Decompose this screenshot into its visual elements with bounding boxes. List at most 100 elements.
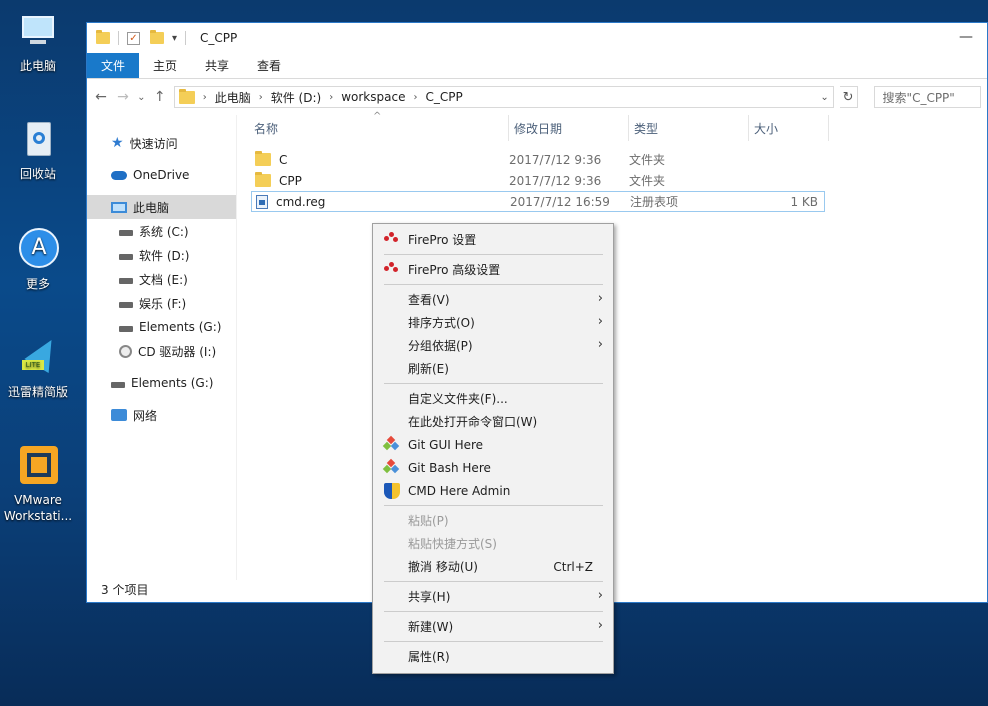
menu-separator — [384, 641, 603, 642]
refresh-icon[interactable]: ↻ — [839, 86, 858, 108]
menu-item-paste: 粘贴(P) — [373, 509, 613, 532]
column-header: 名称 修改日期 类型 大小 — [237, 115, 837, 141]
nav-item-quick-access[interactable]: ★ 快速访问 — [87, 131, 236, 155]
breadcrumb-c-cpp[interactable]: C_CPP — [425, 90, 462, 104]
tab-view[interactable]: 查看 — [243, 53, 295, 78]
file-row[interactable]: C 2017/7/12 9:36 文件夹 — [251, 149, 825, 170]
menu-item-open-cmd[interactable]: 在此处打开命令窗口(W) — [373, 410, 613, 433]
drive-icon — [111, 382, 125, 388]
recent-dropdown-icon[interactable]: ⌄ — [137, 92, 146, 103]
nav-item-label: 快速访问 — [129, 136, 178, 151]
chevron-right-icon[interactable]: › — [329, 92, 333, 103]
git-icon — [382, 458, 400, 476]
nav-item-label: Elements (G:) — [139, 320, 222, 334]
network-icon — [111, 409, 127, 421]
new-folder-icon[interactable] — [150, 30, 164, 44]
chevron-right-icon[interactable]: › — [413, 92, 417, 103]
nav-item-label: CD 驱动器 (I:) — [138, 344, 217, 359]
file-type: 文件夹 — [629, 174, 666, 188]
desktop-icon-label: 迅雷精简版 — [7, 385, 68, 399]
menu-item-undo-move[interactable]: 撤消 移动(U) Ctrl+Z — [373, 555, 613, 578]
properties-check-icon[interactable]: ✓ — [127, 31, 140, 45]
context-menu: FirePro 设置 FirePro 高级设置 查看(V) › 排序方式(O) … — [372, 223, 614, 674]
menu-item-sort-by[interactable]: 排序方式(O) › — [373, 311, 613, 334]
menu-item-label: 共享(H) — [408, 590, 451, 604]
star-icon: ★ — [111, 135, 124, 151]
menu-item-properties[interactable]: 属性(R) — [373, 645, 613, 668]
desktop-icon-more[interactable]: A 更多 — [0, 228, 76, 292]
menu-item-git-bash[interactable]: Git Bash Here — [373, 456, 613, 479]
navigation-pane: ★ 快速访问 OneDrive 此电脑 系统 (C:) 软件 (D:) 文档 (… — [87, 115, 237, 580]
desktop-icon-label: VMware — [14, 493, 62, 507]
menu-item-new[interactable]: 新建(W) › — [373, 615, 613, 638]
menu-item-firepro-advanced[interactable]: FirePro 高级设置 — [373, 258, 613, 281]
breadcrumb-this-pc[interactable]: 此电脑 — [215, 89, 251, 106]
nav-item-this-pc[interactable]: 此电脑 — [87, 195, 236, 219]
menu-item-label: CMD Here Admin — [408, 483, 511, 498]
menu-item-view[interactable]: 查看(V) › — [373, 288, 613, 311]
menu-item-share[interactable]: 共享(H) › — [373, 585, 613, 608]
nav-item-drive-e[interactable]: 文档 (E:) — [87, 267, 236, 291]
registry-file-icon — [256, 194, 268, 209]
drive-icon — [119, 254, 133, 260]
minimize-icon[interactable]: — — [959, 29, 973, 45]
breadcrumb-drive-d[interactable]: 软件 (D:) — [271, 89, 321, 106]
tab-share[interactable]: 共享 — [191, 53, 243, 78]
menu-item-firepro-settings[interactable]: FirePro 设置 — [373, 228, 613, 251]
nav-item-drive-i[interactable]: CD 驱动器 (I:) — [87, 339, 236, 363]
customize-toolbar-icon[interactable]: ▾ — [172, 33, 177, 44]
chevron-right-icon[interactable]: › — [259, 92, 263, 103]
column-type[interactable]: 类型 — [629, 115, 749, 141]
menu-item-label: 分组依据(P) — [408, 339, 473, 353]
desktop-icon-recycle-bin[interactable]: 回收站 — [0, 118, 76, 182]
search-input[interactable]: 搜索"C_CPP" — [873, 86, 982, 108]
firepro-icon — [384, 262, 400, 278]
menu-separator — [384, 611, 603, 612]
file-row[interactable]: cmd.reg 2017/7/12 16:59 注册表项 1 KB — [251, 191, 825, 212]
nav-item-drive-f[interactable]: 娱乐 (F:) — [87, 291, 236, 315]
desktop-icon-vmware[interactable]: VMware Workstati... — [0, 444, 76, 524]
git-icon — [382, 435, 400, 453]
column-date[interactable]: 修改日期 — [509, 115, 629, 141]
column-size[interactable]: 大小 — [749, 115, 829, 141]
menu-item-label: FirePro 高级设置 — [408, 263, 501, 277]
drive-icon — [119, 326, 133, 332]
nav-item-onedrive[interactable]: OneDrive — [87, 163, 236, 187]
menu-item-git-gui[interactable]: Git GUI Here — [373, 433, 613, 456]
tab-file[interactable]: 文件 — [87, 53, 140, 78]
address-row: ← → ⌄ ↑ › 此电脑 › 软件 (D:) › workspace › C_… — [87, 79, 987, 115]
menu-separator — [384, 581, 603, 582]
file-type: 注册表项 — [630, 195, 679, 209]
address-bar[interactable]: › 此电脑 › 软件 (D:) › workspace › C_CPP ⌄ — [173, 86, 834, 108]
menu-item-cmd-admin[interactable]: CMD Here Admin — [373, 479, 613, 502]
tab-home[interactable]: 主页 — [139, 53, 191, 78]
nav-item-drive-d[interactable]: 软件 (D:) — [87, 243, 236, 267]
up-arrow-icon[interactable]: ↑ — [152, 89, 168, 105]
file-row[interactable]: CPP 2017/7/12 9:36 文件夹 — [251, 170, 825, 191]
forward-arrow-icon[interactable]: → — [115, 89, 131, 105]
nav-item-elements[interactable]: Elements (G:) — [87, 371, 236, 395]
nav-item-label: 娱乐 (F:) — [139, 296, 187, 311]
nav-item-drive-c[interactable]: 系统 (C:) — [87, 219, 236, 243]
folder-icon — [178, 88, 195, 104]
nav-item-network[interactable]: 网络 — [87, 403, 236, 427]
menu-item-group-by[interactable]: 分组依据(P) › — [373, 334, 613, 357]
menu-item-label: FirePro 设置 — [408, 233, 477, 247]
back-arrow-icon[interactable]: ← — [93, 89, 109, 105]
folder-icon — [96, 30, 110, 44]
menu-item-refresh[interactable]: 刷新(E) — [373, 357, 613, 380]
menu-item-paste-shortcut: 粘贴快捷方式(S) — [373, 532, 613, 555]
desktop-icon-xunlei[interactable]: LITE 迅雷精简版 — [0, 333, 76, 400]
chevron-down-icon[interactable]: ⌄ — [820, 92, 828, 103]
nav-item-drive-g[interactable]: Elements (G:) — [87, 315, 236, 339]
breadcrumb-workspace[interactable]: workspace — [341, 90, 405, 104]
chevron-right-icon: › — [597, 314, 603, 329]
file-name: cmd.reg — [276, 194, 326, 209]
file-size: 1 KB — [790, 194, 818, 209]
menu-item-customize-folder[interactable]: 自定义文件夹(F)... — [373, 387, 613, 410]
desktop-icon-this-pc[interactable]: 此电脑 — [0, 10, 76, 74]
computer-icon — [111, 201, 127, 213]
menu-separator — [384, 284, 603, 285]
column-name[interactable]: 名称 — [237, 115, 509, 141]
chevron-right-icon[interactable]: › — [203, 92, 207, 103]
